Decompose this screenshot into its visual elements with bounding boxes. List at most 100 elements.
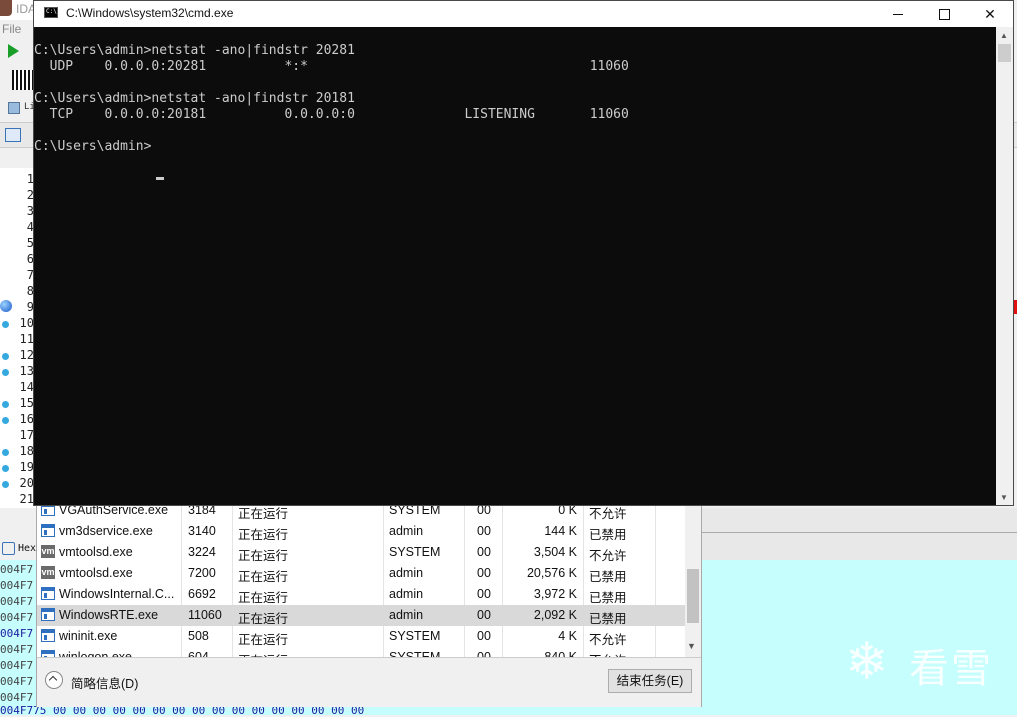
process-row[interactable]: vm vmtoolsd.exe 7200 正在运行 admin 00 20,576 K 已禁用 bbox=[37, 563, 685, 584]
hex-tab-label[interactable]: Hex bbox=[18, 543, 36, 554]
process-name: winlogon.exe bbox=[59, 650, 132, 657]
process-user: admin bbox=[389, 608, 424, 622]
process-row[interactable]: vm3dservice.exe 3140 正在运行 admin 00 144 K 已禁用 bbox=[37, 521, 685, 542]
process-user: admin bbox=[389, 524, 424, 538]
maximize-button[interactable] bbox=[921, 1, 967, 27]
process-memory: 840 K bbox=[544, 650, 577, 657]
breakpoint-dot-icon[interactable] bbox=[2, 481, 9, 488]
ida-logo-icon bbox=[0, 0, 12, 16]
scroll-down-icon[interactable]: ▼ bbox=[687, 641, 696, 651]
console-scrollbar[interactable] bbox=[996, 27, 1013, 505]
hex-view-icon[interactable] bbox=[2, 542, 15, 555]
process-row[interactable]: winlogon.exe 604 正在运行 SYSTEM 00 840 K 不允许 bbox=[37, 647, 685, 657]
fewer-details-link[interactable]: 简略信息(D) bbox=[71, 673, 138, 692]
hex-address: 004F7 bbox=[0, 643, 34, 656]
hex-address: 004F7 bbox=[0, 595, 34, 608]
line-number: 19 bbox=[19, 460, 34, 474]
process-uac-virtualization: 不允许 bbox=[589, 549, 627, 563]
hex-address: 004F7 bbox=[0, 563, 34, 576]
end-task-button[interactable]: 结束任务(E) bbox=[608, 669, 692, 693]
process-row[interactable]: WindowsInternal.C... 6692 正在运行 admin 00 3,972… bbox=[37, 584, 685, 605]
window-icon bbox=[41, 650, 55, 657]
process-cpu: 00 bbox=[477, 650, 491, 657]
scroll-up-icon[interactable]: ▲ bbox=[1000, 31, 1008, 40]
console-line: C:\Users\admin>netstat -ano|findstr 2028… bbox=[34, 43, 355, 58]
line-number: 16 bbox=[19, 412, 34, 426]
process-name: vmtoolsd.exe bbox=[59, 545, 133, 559]
process-name: vm3dservice.exe bbox=[59, 524, 153, 538]
menu-file[interactable]: File bbox=[2, 22, 21, 36]
process-row[interactable]: wininit.exe 508 正在运行 SYSTEM 00 4 K 不允许 bbox=[37, 626, 685, 647]
scrollbar-thumb[interactable] bbox=[687, 569, 699, 623]
pseudocode-tab-icon[interactable] bbox=[5, 128, 21, 142]
process-user: SYSTEM bbox=[389, 629, 441, 643]
breakpoint-dot-icon[interactable] bbox=[2, 465, 9, 472]
process-memory: 144 K bbox=[544, 524, 577, 538]
hex-address: 004F7 bbox=[0, 611, 34, 624]
process-memory: 3,972 K bbox=[533, 587, 577, 601]
minimize-button[interactable] bbox=[875, 1, 921, 27]
ida-panel bbox=[700, 508, 1017, 560]
process-row[interactable]: WindowsRTE.exe 11060 正在运行 admin 00 2,092 K 已禁用 bbox=[37, 605, 685, 626]
collapse-icon[interactable] bbox=[45, 671, 63, 689]
console-icon bbox=[44, 7, 58, 18]
cmd-window: C:\Windows\system32\cmd.exe ✕ C:\Users\a… bbox=[33, 0, 1014, 506]
process-memory: 3,504 K bbox=[533, 545, 577, 559]
process-status: 正在运行 bbox=[238, 549, 289, 563]
breakpoint-dot-icon[interactable] bbox=[2, 321, 9, 328]
kanxue-watermark: ❄ 看雪 bbox=[845, 632, 1005, 692]
breakpoint-dot-icon[interactable] bbox=[2, 401, 9, 408]
breakpoint-dot-icon[interactable] bbox=[2, 417, 9, 424]
line-number: 11 bbox=[19, 332, 34, 346]
line-number: 8 bbox=[26, 284, 34, 298]
toolbar-icon[interactable] bbox=[8, 102, 20, 114]
line-number: 18 bbox=[19, 444, 34, 458]
line-number: 9 bbox=[26, 300, 34, 314]
ida-divider bbox=[700, 532, 1017, 533]
process-cpu: 00 bbox=[477, 545, 491, 559]
breakpoint-dot-icon[interactable] bbox=[2, 369, 9, 376]
process-status: 正在运行 bbox=[238, 528, 289, 542]
process-pid: 11060 bbox=[188, 608, 222, 622]
cmd-title: C:\Windows\system32\cmd.exe bbox=[66, 6, 234, 20]
breakpoint-dot-icon[interactable] bbox=[2, 353, 9, 360]
console-line: C:\Users\admin>netstat -ano|findstr 2018… bbox=[34, 91, 355, 106]
process-name: WindowsInternal.C... bbox=[59, 587, 175, 601]
process-name: wininit.exe bbox=[59, 629, 118, 643]
process-user: SYSTEM bbox=[389, 650, 441, 657]
process-uac-virtualization: 已禁用 bbox=[589, 570, 627, 584]
line-number: 20 bbox=[19, 476, 34, 490]
hex-address: 004F7 bbox=[0, 627, 34, 640]
scroll-down-icon[interactable]: ▼ bbox=[1000, 493, 1008, 502]
console-line: C:\Users\admin> bbox=[34, 139, 152, 154]
process-cpu: 00 bbox=[477, 629, 491, 643]
process-cpu: 00 bbox=[477, 608, 491, 622]
process-uac-virtualization: 已禁用 bbox=[589, 591, 627, 605]
close-button[interactable]: ✕ bbox=[967, 1, 1013, 27]
process-status: 正在运行 bbox=[238, 612, 289, 626]
console-scrollbar-thumb[interactable] bbox=[998, 44, 1011, 62]
console-output[interactable]: C:\Users\admin>netstat -ano|findstr 2028… bbox=[34, 27, 996, 505]
line-number: 7 bbox=[26, 268, 34, 282]
process-pid: 7200 bbox=[188, 566, 216, 580]
process-user: admin bbox=[389, 566, 424, 580]
hex-address: 004F7 bbox=[0, 675, 34, 688]
line-number: 3 bbox=[26, 204, 34, 218]
process-memory: 2,092 K bbox=[533, 608, 577, 622]
play-icon[interactable] bbox=[8, 44, 19, 58]
process-pid: 604 bbox=[188, 650, 209, 657]
line-number: 10 bbox=[19, 316, 34, 330]
window-icon bbox=[41, 629, 55, 642]
process-uac-virtualization: 已禁用 bbox=[589, 612, 627, 626]
process-status: 正在运行 bbox=[238, 650, 378, 657]
line-number: 13 bbox=[19, 364, 34, 378]
process-row[interactable]: vm vmtoolsd.exe 3224 正在运行 SYSTEM 00 3,504 K 不允许 bbox=[37, 542, 685, 563]
process-user: SYSTEM bbox=[389, 545, 441, 559]
vm-icon: vm bbox=[41, 566, 55, 579]
cmd-titlebar[interactable]: C:\Windows\system32\cmd.exe ✕ bbox=[34, 1, 1013, 27]
process-uac-virtualization: 不允许 bbox=[589, 650, 649, 657]
breakpoint-dot-icon[interactable] bbox=[2, 449, 9, 456]
console-line: TCP 0.0.0.0:20181 0.0.0.0:0 LISTENING 11… bbox=[34, 107, 629, 122]
console-line: UDP 0.0.0.0:20281 *:* 11060 bbox=[34, 59, 629, 74]
process-pid: 3140 bbox=[188, 524, 216, 538]
